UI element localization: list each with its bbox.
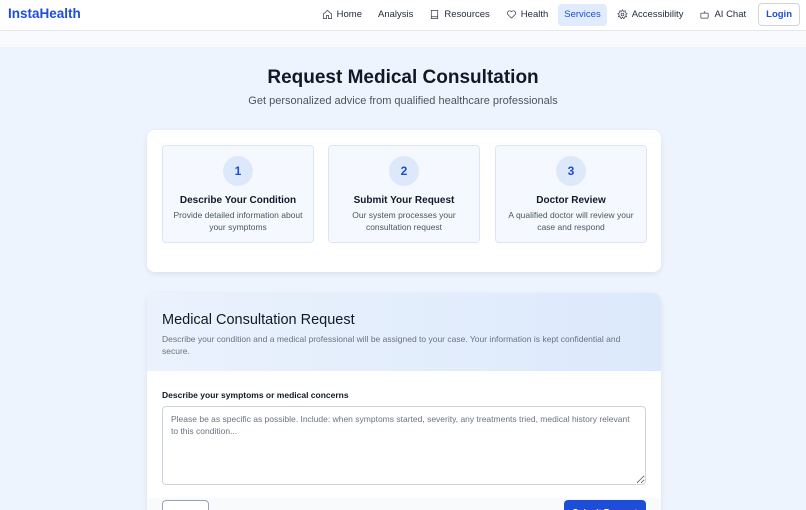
nav-item-services[interactable]: Services: [558, 3, 607, 26]
nav-links: Home Analysis Resources Health Services …: [312, 2, 800, 27]
nav-subbar: [0, 31, 806, 47]
page-title: Request Medical Consultation: [267, 67, 539, 88]
nav-item-label: Analysis: [378, 9, 414, 20]
nav-item-home[interactable]: Home: [316, 4, 368, 26]
symptoms-label: Describe your symptoms or medical concer…: [162, 390, 349, 400]
settings-icon: [617, 9, 628, 20]
step-number: 3: [556, 156, 586, 186]
nav-item-label: Resources: [444, 9, 490, 20]
heart-icon: [506, 10, 516, 19]
symptoms-textarea[interactable]: [162, 406, 646, 485]
nav-item-health[interactable]: Health: [500, 4, 554, 26]
book-icon: [431, 10, 439, 19]
brand-logo[interactable]: InstaHealth: [8, 6, 81, 21]
steps-card: 1 Describe Your Condition Provide detail…: [147, 130, 661, 272]
form-title: Medical Consultation Request: [162, 312, 355, 328]
page-subtitle: Get personalized advice from qualified h…: [248, 95, 558, 107]
nav-item-label: Health: [520, 9, 549, 20]
step-description: Provide detailed information about your …: [173, 210, 303, 232]
step-description: Our system processes your consultation r…: [352, 210, 456, 232]
form-header: Medical Consultation Request Describe yo…: [147, 293, 661, 371]
step-number: 1: [223, 156, 253, 186]
consultation-form-card: Medical Consultation Request Describe yo…: [147, 293, 661, 510]
nav-item-label: Services: [564, 9, 601, 20]
submit-request-button[interactable]: Submit Request: [564, 500, 646, 510]
step-card-2: 2 Submit Your Request Our system process…: [328, 145, 480, 243]
nav-item-ai-chat[interactable]: AI Chat: [693, 4, 752, 26]
nav-item-analysis[interactable]: Analysis: [372, 4, 419, 26]
step-title: Describe Your Condition: [179, 195, 297, 206]
step-title: Doctor Review: [536, 195, 606, 206]
bot-icon: [700, 11, 709, 19]
login-button[interactable]: Login: [758, 3, 800, 26]
top-nav: InstaHealth Home Analysis Resources Heal…: [0, 0, 806, 31]
step-description: A qualified doctor will review your case…: [508, 210, 634, 232]
nav-item-accessibility[interactable]: Accessibility: [611, 4, 690, 26]
cancel-button[interactable]: Cancel: [162, 500, 209, 510]
step-card-3: 3 Doctor Review A qualified doctor will …: [495, 145, 647, 243]
nav-item-label: Accessibility: [631, 9, 684, 20]
step-card-1: 1 Describe Your Condition Provide detail…: [162, 145, 314, 243]
form-description: Describe your condition and a medical pr…: [162, 334, 621, 356]
nav-item-label: AI Chat: [714, 9, 747, 20]
home-icon: [322, 9, 332, 19]
nav-item-label: Home: [336, 9, 362, 20]
nav-item-resources[interactable]: Resources: [423, 4, 495, 26]
step-number: 2: [389, 156, 419, 186]
step-title: Submit Your Request: [353, 195, 455, 206]
